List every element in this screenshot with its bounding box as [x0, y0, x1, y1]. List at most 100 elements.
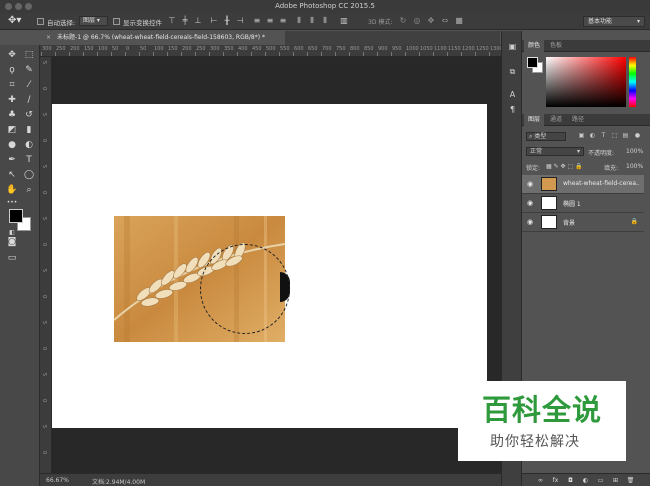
workspace-switcher[interactable]: 基本功能 ▾: [583, 16, 645, 27]
layer-row[interactable]: ◉ wheat-wheat-field-cerea...: [522, 175, 644, 194]
distribute-left-icon[interactable]: ⦀: [295, 17, 303, 25]
ruler-tick-label: 5: [41, 217, 47, 221]
auto-select-checkbox[interactable]: [37, 18, 44, 25]
blur-tool-icon[interactable]: ●: [5, 138, 19, 152]
healing-brush-icon[interactable]: ✚: [5, 93, 19, 107]
distribute-bottom-icon[interactable]: ≡: [279, 17, 287, 25]
zoom-tool-icon[interactable]: ⌕: [22, 183, 36, 197]
path-select-icon[interactable]: ↖: [5, 168, 19, 182]
brush-tool-icon[interactable]: ∕: [22, 93, 36, 107]
filter-shape-icon[interactable]: ⬚: [611, 132, 618, 140]
filter-toggle-icon[interactable]: ●: [634, 132, 641, 140]
zoom-level[interactable]: 66.67%: [46, 477, 69, 484]
close-tab-icon[interactable]: ×: [46, 34, 51, 41]
chevron-down-icon: ▾: [636, 18, 640, 25]
tab-swatches[interactable]: 色板: [546, 40, 566, 52]
add-mask-icon[interactable]: ◘: [566, 476, 575, 485]
new-group-icon[interactable]: ▭: [596, 476, 605, 485]
color-picker-field[interactable]: [546, 57, 626, 107]
character-panel-icon[interactable]: A: [506, 89, 519, 101]
gradient-tool-icon[interactable]: ▮: [22, 123, 36, 137]
quick-select-tool-icon[interactable]: ✎: [22, 63, 36, 77]
show-transform-checkbox[interactable]: [113, 18, 120, 25]
properties-panel-icon[interactable]: ⧉: [506, 66, 519, 78]
elliptical-selection[interactable]: [200, 244, 290, 334]
layer-style-icon[interactable]: fx: [551, 476, 560, 485]
3d-pan-icon[interactable]: ✥: [427, 17, 435, 25]
delete-layer-icon[interactable]: 🗑: [626, 476, 635, 485]
paragraph-panel-icon[interactable]: ¶: [506, 104, 519, 116]
color-panel-foreground-swatch[interactable]: [527, 57, 538, 68]
history-panel-icon[interactable]: ▣: [506, 41, 519, 53]
eraser-tool-icon[interactable]: ◩: [5, 123, 19, 137]
eye-icon[interactable]: ◉: [527, 218, 535, 226]
document-tab[interactable]: × 未标题-1 @ 66.7% (wheat-wheat-field-cereal…: [40, 31, 285, 45]
clone-stamp-icon[interactable]: ♣: [5, 108, 19, 122]
distribute-vcenter-icon[interactable]: ≡: [266, 17, 274, 25]
crop-tool-icon[interactable]: ⌗: [5, 78, 19, 92]
distribute-right-icon[interactable]: ⦀: [321, 17, 329, 25]
ruler-tick-label: 950: [392, 46, 402, 52]
quick-mask-icon[interactable]: ◙: [5, 235, 19, 249]
new-layer-icon[interactable]: ⊞: [611, 476, 620, 485]
move-tool-icon[interactable]: ✥: [5, 48, 19, 62]
history-brush-icon[interactable]: ↺: [22, 108, 36, 122]
ruler-tick-label: 150: [84, 46, 94, 52]
ruler-tick-label: 200: [70, 46, 80, 52]
lasso-tool-icon[interactable]: ϙ: [5, 63, 19, 77]
ruler-tick-label: 100: [154, 46, 164, 52]
align-right-icon[interactable]: ⊣: [236, 17, 244, 25]
adjustment-layer-icon[interactable]: ◐: [581, 476, 590, 485]
filter-type-icon[interactable]: T: [600, 132, 607, 140]
pen-tool-icon[interactable]: ✒: [5, 153, 19, 167]
align-bottom-icon[interactable]: ⊥: [194, 17, 202, 25]
filter-adjustment-icon[interactable]: ◐: [589, 132, 596, 140]
auto-select-target-dropdown[interactable]: 图层 ▾: [79, 16, 108, 26]
link-layers-icon[interactable]: ∞: [536, 476, 545, 485]
ruler-tick-label: 0: [41, 295, 47, 299]
blend-mode-dropdown[interactable]: 正常 ▾: [526, 147, 584, 156]
filter-pixel-icon[interactable]: ▣: [578, 132, 585, 140]
canvas-workspace[interactable]: [52, 57, 501, 473]
3d-orbit-icon[interactable]: ↻: [399, 17, 407, 25]
eyedropper-tool-icon[interactable]: ⁄: [22, 78, 36, 92]
opacity-value[interactable]: 100%: [626, 148, 643, 155]
dodge-tool-icon[interactable]: ◐: [22, 138, 36, 152]
tab-channels[interactable]: 通道: [546, 114, 566, 126]
3d-roll-icon[interactable]: ◎: [413, 17, 421, 25]
more-tools-icon[interactable]: •••: [5, 196, 19, 210]
align-top-icon[interactable]: ⊤: [168, 17, 176, 25]
tab-color[interactable]: 颜色: [524, 40, 545, 52]
screen-mode-icon[interactable]: ▭: [5, 251, 19, 265]
eye-icon[interactable]: ◉: [527, 199, 535, 207]
ruler-tick: [321, 52, 322, 56]
auto-align-icon[interactable]: ▥: [340, 17, 348, 25]
distribute-top-icon[interactable]: ≡: [253, 17, 261, 25]
layer-row[interactable]: ◉ 椭圆 1: [522, 194, 644, 213]
document-canvas[interactable]: [52, 104, 487, 428]
move-tool-preset-icon[interactable]: ✥▾: [8, 15, 30, 27]
tab-layers[interactable]: 图层: [524, 114, 545, 126]
ruler-tick-label: 5: [41, 425, 47, 429]
hand-tool-icon[interactable]: ✋: [5, 183, 19, 197]
3d-slide-icon[interactable]: ⇔: [441, 17, 449, 25]
fill-value[interactable]: 100%: [626, 163, 643, 170]
align-hcenter-icon[interactable]: ╫: [223, 17, 231, 25]
layer-row[interactable]: ◉ 背景 🔒: [522, 213, 644, 232]
lock-icons[interactable]: ▦ ✎ ✥ ⬚ 🔒: [546, 163, 583, 170]
type-tool-icon[interactable]: T: [22, 153, 36, 167]
tab-paths[interactable]: 路径: [568, 114, 588, 126]
shape-tool-icon[interactable]: ◯: [22, 168, 36, 182]
layer-filter-dropdown[interactable]: ⌕ 类型: [526, 132, 566, 141]
align-left-icon[interactable]: ⊢: [210, 17, 218, 25]
foreground-color-swatch[interactable]: [9, 209, 23, 223]
distribute-hcenter-icon[interactable]: ⦀: [308, 17, 316, 25]
hue-slider[interactable]: [629, 57, 636, 107]
marquee-tool-icon[interactable]: ⬚: [22, 48, 36, 62]
document-size[interactable]: 文档:2.94M/4.00M: [92, 477, 145, 486]
filter-smart-object-icon[interactable]: ▤: [622, 132, 629, 140]
align-vcenter-icon[interactable]: ╪: [181, 17, 189, 25]
eye-icon[interactable]: ◉: [527, 180, 535, 188]
3d-scale-icon[interactable]: ■: [455, 17, 463, 25]
ruler-tick: [69, 52, 70, 56]
